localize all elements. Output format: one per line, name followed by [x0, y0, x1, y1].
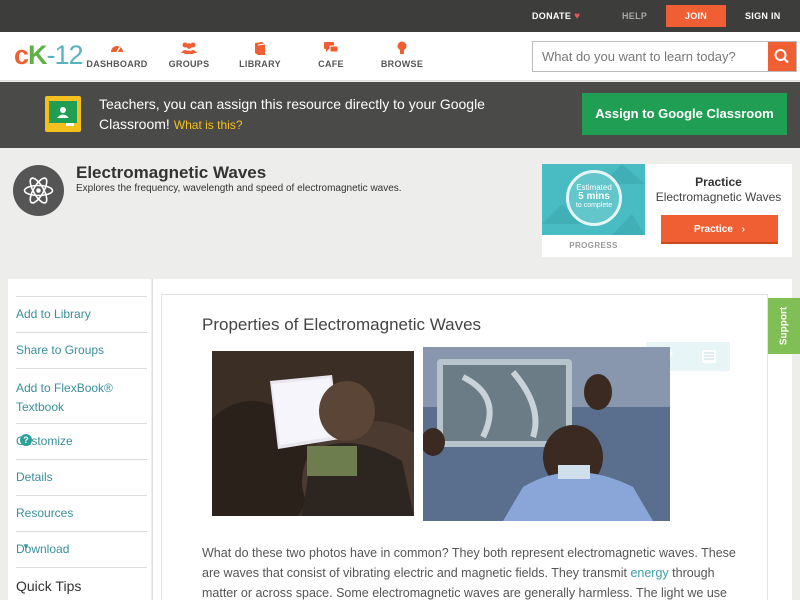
sidebar-item-resources[interactable]: Resources — [16, 495, 147, 531]
photo-doctor-xray — [423, 347, 670, 521]
support-tab[interactable]: Support — [768, 298, 800, 354]
sidebar-item-label: Add to Library — [16, 307, 91, 321]
sidebar-item-label: Share to Groups — [16, 343, 105, 357]
google-classroom-icon — [45, 96, 81, 132]
sign-in-link[interactable]: SIGN IN — [745, 0, 781, 32]
search-box — [532, 41, 797, 72]
estimate-panel: Estimated 5 mins to complete — [542, 164, 645, 235]
cafe-chat-icon — [296, 41, 366, 59]
donate-link[interactable]: DONATE ♥ — [532, 0, 580, 32]
sidebar-item-label: Add to FlexBook® Textbook — [16, 381, 113, 414]
sidebar-item-label: Resources — [16, 506, 74, 520]
join-button[interactable]: JOIN — [666, 5, 726, 27]
sidebar-item-download[interactable]: Download ▼ — [16, 531, 147, 567]
sidebar-item-add-to-library[interactable]: Add to Library — [16, 296, 147, 332]
search-button[interactable] — [768, 42, 796, 71]
nav-browse[interactable]: BROWSE — [367, 41, 437, 69]
sidebar-item-customize[interactable]: Customize? — [16, 423, 147, 459]
ck12-logo[interactable]: cK-12 — [14, 40, 84, 71]
classroom-message-text: Teachers, you can assign this resource d… — [99, 96, 485, 132]
nav-label: BROWSE — [380, 59, 424, 69]
caret-down-icon: ▼ — [22, 542, 30, 551]
notes-icon — [702, 350, 716, 363]
quick-tips-heading: Quick Tips — [16, 578, 82, 594]
progress-panel: Estimated 5 mins to complete PROGRESS — [542, 164, 645, 257]
nav-dashboard[interactable]: DASHBOARD — [82, 41, 152, 69]
nav-cafe[interactable]: CAFE — [296, 41, 366, 69]
practice-card: Estimated 5 mins to complete PROGRESS Pr… — [542, 164, 792, 257]
energy-link[interactable]: energy — [630, 566, 668, 580]
nav-label: DASHBOARD — [86, 59, 148, 69]
article-body: What do these two photos have in common?… — [202, 543, 742, 600]
main-navigation: cK-12 DASHBOARD GROUPS LIBRARY CAFE BROW… — [0, 32, 800, 81]
logo-k: K — [28, 40, 47, 70]
concept-description: Explores the frequency, wavelength and s… — [76, 183, 402, 194]
photo-person-reading-tablet — [212, 351, 414, 516]
support-label: Support — [778, 306, 790, 346]
sidebar-item-label: Details — [16, 470, 53, 484]
sidebar-item-details[interactable]: Details — [16, 459, 147, 495]
top-utility-bar: DONATE ♥ HELP JOIN SIGN IN — [0, 0, 800, 32]
heart-icon: ♥ — [574, 11, 581, 22]
sidebar-item-add-to-flexbook[interactable]: Add to FlexBook® Textbook — [16, 368, 147, 423]
practice-button-label: Practice — [693, 224, 733, 235]
help-link[interactable]: HELP — [622, 0, 647, 32]
dashboard-gauge-icon — [82, 41, 152, 59]
chevron-right-icon: › — [741, 224, 746, 235]
practice-subject: Electromagnetic Waves — [655, 190, 782, 204]
concept-title: Electromagnetic Waves — [76, 163, 267, 182]
logo-c: c — [14, 40, 29, 70]
help-question-icon[interactable]: ? — [20, 434, 32, 446]
estimate-line3: to complete — [575, 202, 613, 209]
search-input[interactable] — [533, 42, 769, 71]
donate-label: DONATE — [532, 11, 572, 21]
nav-label: LIBRARY — [239, 59, 281, 69]
search-icon — [774, 49, 789, 64]
progress-label: PROGRESS — [569, 241, 618, 250]
sidebar-item-share-to-groups[interactable]: Share to Groups — [16, 332, 147, 368]
browse-bulb-icon — [367, 41, 437, 59]
nav-label: GROUPS — [168, 59, 210, 69]
google-classroom-banner: Teachers, you can assign this resource d… — [0, 82, 800, 148]
logo-rest: -12 — [46, 40, 84, 70]
nav-library[interactable]: LIBRARY — [225, 41, 295, 69]
groups-people-icon — [154, 41, 224, 59]
library-book-icon — [225, 41, 295, 59]
classroom-message: Teachers, you can assign this resource d… — [99, 94, 539, 135]
practice-button[interactable]: Practice › — [661, 215, 778, 244]
estimate-minutes: 5 mins — [578, 191, 610, 202]
atom-icon — [13, 165, 64, 216]
nav-groups[interactable]: GROUPS — [154, 41, 224, 69]
practice-label: Practice — [695, 175, 742, 189]
nav-label: CAFE — [318, 59, 344, 69]
article-title: Properties of Electromagnetic Waves — [202, 315, 482, 334]
estimate-badge: Estimated 5 mins to complete — [566, 170, 622, 226]
notes-button[interactable] — [688, 342, 730, 371]
assign-to-google-classroom-button[interactable]: Assign to Google Classroom — [582, 93, 787, 135]
what-is-this-link[interactable]: What is this? — [174, 118, 243, 132]
